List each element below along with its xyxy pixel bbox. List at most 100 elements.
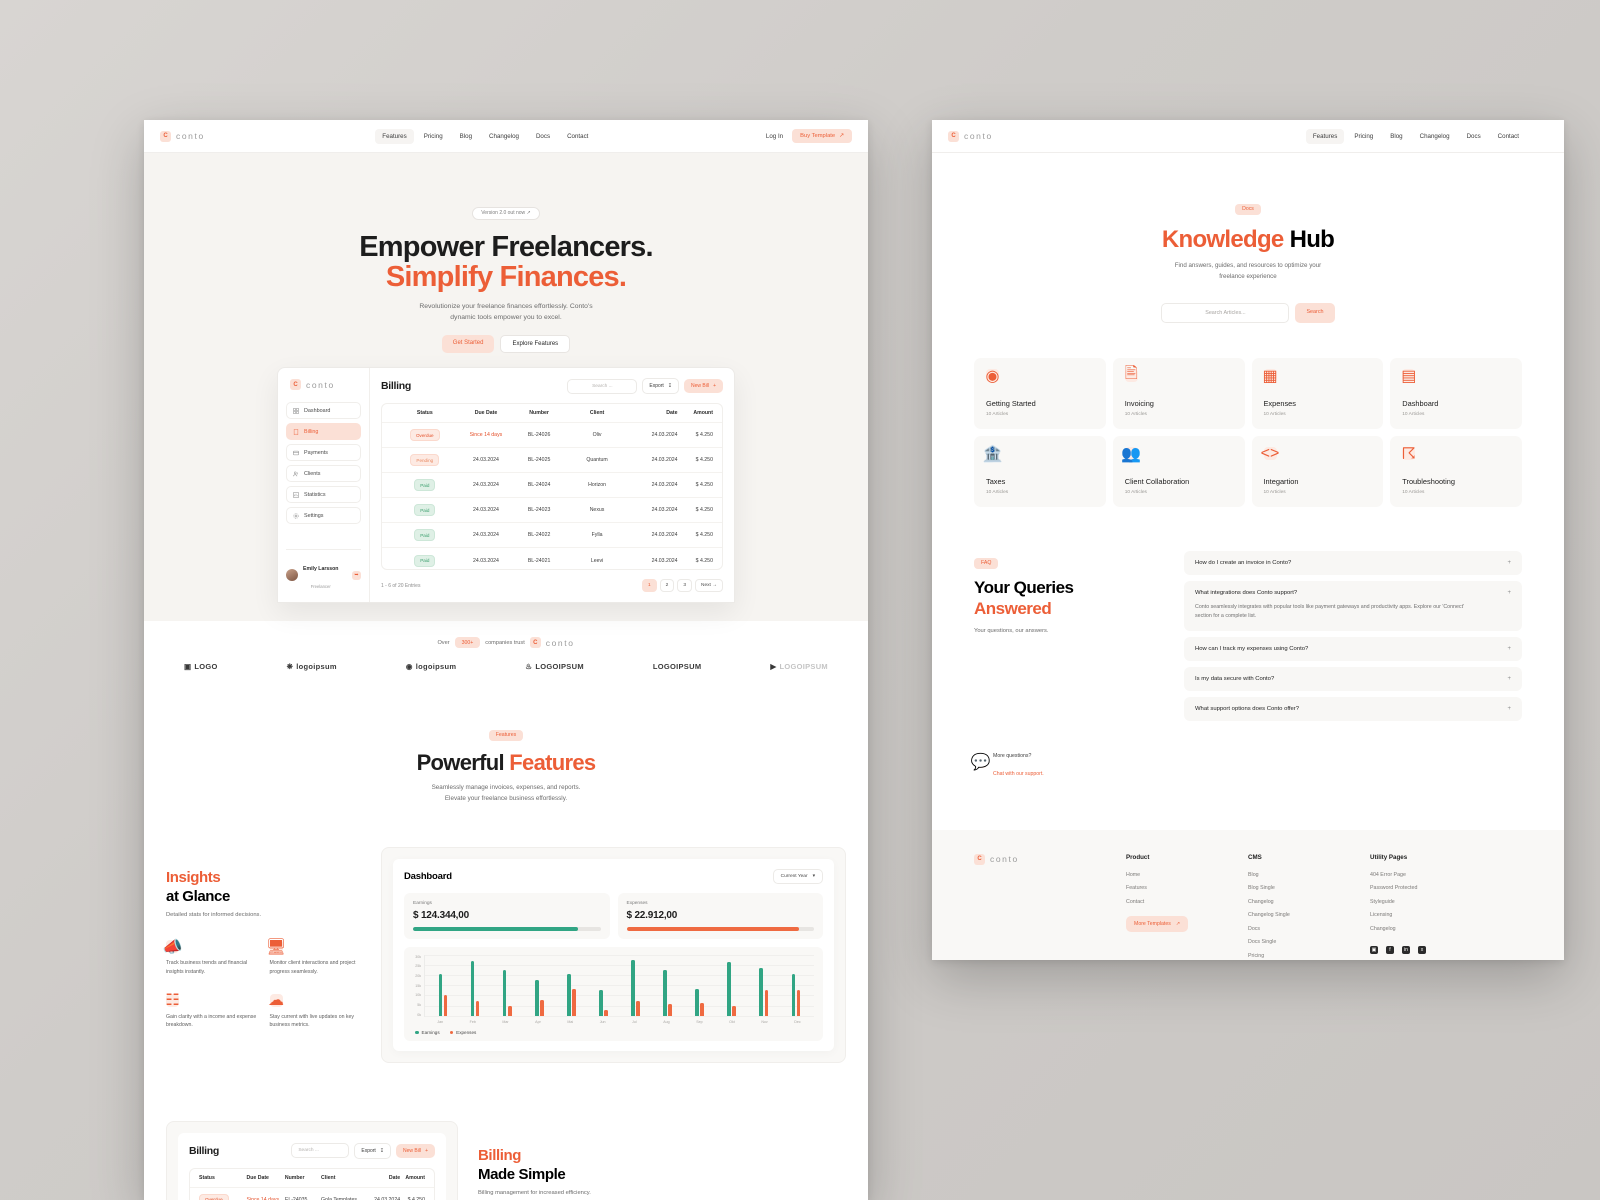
nav-link-docs[interactable]: Docs xyxy=(1460,129,1488,144)
category-card-invoicing[interactable]: 🖹 Invoicing 10 Articles xyxy=(1112,358,1245,430)
logout-icon[interactable]: ➥ xyxy=(352,570,361,580)
search-input[interactable]: Search ... xyxy=(291,1143,350,1159)
new-bill-button[interactable]: New Bill + xyxy=(396,1143,435,1158)
footer-link-docs-single[interactable]: Docs Single xyxy=(1248,939,1370,945)
plus-icon[interactable]: + xyxy=(1499,646,1511,652)
nav-link-pricing[interactable]: Pricing xyxy=(417,129,450,144)
sidebar-item-payments[interactable]: Payments xyxy=(286,444,361,462)
footer-link-password[interactable]: Password Protected xyxy=(1370,885,1492,891)
plus-icon[interactable]: + xyxy=(1499,560,1511,566)
legend-earnings: Earnings xyxy=(415,1030,440,1035)
search-input[interactable]: Search ... xyxy=(567,378,638,394)
category-card-expenses[interactable]: ▦ Expenses 10 Articles xyxy=(1251,358,1384,430)
sidebar-item-statistics[interactable]: Statistics xyxy=(286,486,361,504)
footer-link-styleguide[interactable]: Styleguide xyxy=(1370,899,1492,905)
footer-link-blog-single[interactable]: Blog Single xyxy=(1248,885,1370,891)
table-row[interactable]: Paid 24.03.2024 BL-24022 Fylla 24.03.202… xyxy=(382,523,722,549)
table-row[interactable]: Paid 24.03.2024 BL-24023 Nexus 24.03.202… xyxy=(382,498,722,524)
billing-2-header: Billing Search ... Export ↧ New Bill + xyxy=(189,1142,435,1159)
nav-link-docs[interactable]: Docs xyxy=(529,129,557,144)
table-row[interactable]: Paid 24.03.2024 BL-24021 Leevi 24.03.202… xyxy=(382,548,722,569)
nav-link-changelog[interactable]: Changelog xyxy=(1413,129,1457,144)
twitter-icon[interactable]: x xyxy=(1418,945,1426,954)
linkedin-icon[interactable]: in xyxy=(1402,945,1410,954)
get-started-button[interactable]: Get Started xyxy=(441,335,495,354)
table-row[interactable]: Pending 24.03.2024 BL-24025 Quantum 24.0… xyxy=(382,448,722,474)
category-card-client-collaboration[interactable]: 👥 Client Collaboration 10 Articles xyxy=(1112,436,1245,508)
cell-client: Fylla xyxy=(591,532,603,539)
new-bill-button[interactable]: New Bill + xyxy=(684,379,723,394)
page-1-button[interactable]: 1 xyxy=(641,579,657,593)
footer-link-404[interactable]: 404 Error Page xyxy=(1370,872,1492,878)
nav-link-contact[interactable]: Contact xyxy=(560,129,595,144)
footer-logo[interactable]: C conto xyxy=(974,853,1126,960)
footer-link-changelog[interactable]: Changelog xyxy=(1248,899,1370,905)
category-card-integartion[interactable]: <> Integartion 10 Articles xyxy=(1251,436,1384,508)
more-questions-title: More questions? xyxy=(993,752,1032,759)
search-button[interactable]: Search xyxy=(1295,303,1335,324)
next-page-button[interactable]: Next → xyxy=(695,579,723,593)
nav-link-pricing[interactable]: Pricing xyxy=(1347,129,1380,144)
footer-link-licensing[interactable]: Licensing xyxy=(1370,912,1492,918)
search-articles-input[interactable]: Search Articles... xyxy=(1161,303,1290,324)
faq-item[interactable]: What integrations does Conto support? + … xyxy=(1184,581,1522,631)
more-questions-block[interactable]: 💬 More questions? Chat with our support. xyxy=(971,744,1159,780)
footer-link-changelog-single[interactable]: Changelog Single xyxy=(1248,912,1370,918)
sidebar-user[interactable]: Emily Larsson Freelancer ➥ xyxy=(286,549,361,593)
plus-icon[interactable]: + xyxy=(1499,676,1511,682)
sidebar-item-billing[interactable]: Billing xyxy=(286,423,361,441)
category-card-taxes[interactable]: 🏦 Taxes 10 Articles xyxy=(974,436,1106,508)
table-row[interactable]: Overdue Since 14 days BL-24026 Oliv 24.0… xyxy=(382,423,722,449)
facebook-icon[interactable]: f xyxy=(1386,945,1394,954)
footer-link-contact[interactable]: Contact xyxy=(1126,899,1248,905)
faq-item[interactable]: How do I create an invoice in Conto? + xyxy=(1184,551,1522,576)
footer-link-blog[interactable]: Blog xyxy=(1248,872,1370,878)
bar-expenses xyxy=(604,1009,608,1016)
insights-title-b: at Glance xyxy=(166,887,230,905)
page-2-button[interactable]: 2 xyxy=(659,579,675,593)
plus-icon[interactable]: + xyxy=(1499,590,1511,596)
footer-link-home[interactable]: Home xyxy=(1126,872,1248,878)
brand-logo[interactable]: C conto xyxy=(160,130,205,142)
sidebar-item-dashboard[interactable]: Dashboard xyxy=(286,402,361,420)
version-badge[interactable]: Version 2.0 out now ↗ xyxy=(472,206,540,220)
app-brand-logo[interactable]: C conto xyxy=(290,379,361,391)
faq-item[interactable]: What support options does Conto offer? + xyxy=(1184,696,1522,721)
kpi-progress xyxy=(413,926,601,931)
more-templates-button[interactable]: More Templates ↗ xyxy=(1126,916,1189,933)
page-3-button[interactable]: 3 xyxy=(677,579,692,593)
faq-item[interactable]: How can I track my expenses using Conto?… xyxy=(1184,636,1522,661)
nav-link-contact[interactable]: Contact xyxy=(1491,129,1526,144)
sidebar-item-settings[interactable]: Settings xyxy=(286,507,361,525)
footer-link-changelog2[interactable]: Changelog xyxy=(1370,926,1492,932)
buy-template-button[interactable]: Buy Template ↗ xyxy=(792,129,852,143)
export-button[interactable]: Export ↧ xyxy=(642,378,680,395)
nav-link-features[interactable]: Features xyxy=(1305,128,1345,144)
nav-link-features[interactable]: Features xyxy=(375,128,414,144)
sidebar-item-clients[interactable]: Clients xyxy=(286,465,361,483)
category-card-dashboard[interactable]: ▤ Dashboard 10 Articles xyxy=(1390,358,1522,430)
card-icon xyxy=(293,450,299,456)
plus-icon[interactable]: + xyxy=(1499,706,1511,712)
brand-logo[interactable]: C conto xyxy=(948,130,993,142)
year-select[interactable]: Current Year ▾ xyxy=(772,868,823,884)
cell-number: BL-24022 xyxy=(527,532,551,539)
table-row[interactable]: Overdue Since 14 days EL-24035 Gola Temp… xyxy=(190,1188,434,1200)
category-card-troubleshooting[interactable]: ☈ Troubleshooting 10 Articles xyxy=(1390,436,1522,508)
nav-link-blog[interactable]: Blog xyxy=(453,129,479,144)
page-title: Billing xyxy=(381,380,411,393)
billing-subtitle: Billing management for increased efficie… xyxy=(478,1190,591,1197)
category-card-getting-started[interactable]: ◉ Getting Started 10 Articles xyxy=(974,358,1106,430)
bar-earnings xyxy=(695,989,699,1016)
nav-link-blog[interactable]: Blog xyxy=(1383,129,1409,144)
instagram-icon[interactable]: ▣ xyxy=(1370,945,1378,954)
export-button[interactable]: Export ↧ xyxy=(354,1142,392,1159)
faq-item[interactable]: Is my data secure with Conto? + xyxy=(1184,666,1522,691)
footer-link-pricing[interactable]: Pricing xyxy=(1248,953,1370,959)
table-row[interactable]: Paid 24.03.2024 BL-24024 Horizon 24.03.2… xyxy=(382,473,722,499)
nav-link-changelog[interactable]: Changelog xyxy=(482,129,526,144)
explore-features-button[interactable]: Explore Features xyxy=(500,335,571,354)
footer-link-features[interactable]: Features xyxy=(1126,885,1248,891)
footer-link-docs[interactable]: Docs xyxy=(1248,926,1370,932)
login-link[interactable]: Log In xyxy=(766,133,783,140)
